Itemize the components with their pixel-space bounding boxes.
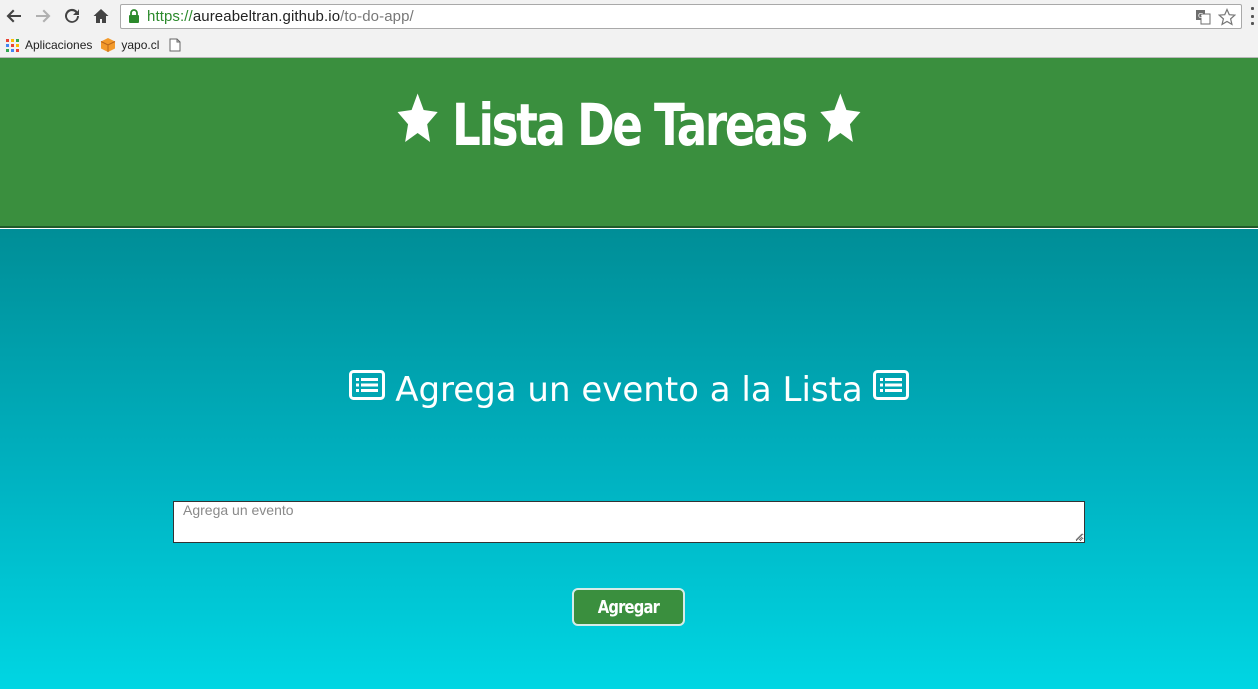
reload-icon[interactable]: [62, 6, 82, 26]
bookmark-label: yapo.cl: [121, 38, 160, 52]
bookmark-blank[interactable]: [163, 34, 192, 56]
forward-icon[interactable]: [33, 6, 53, 26]
star-icon: [817, 84, 864, 174]
list-alt-icon: [872, 364, 909, 414]
bookmark-apps[interactable]: Aplicaciones: [0, 34, 96, 56]
back-icon[interactable]: [4, 6, 24, 26]
blank-page-icon: [167, 37, 183, 53]
event-input[interactable]: [173, 501, 1085, 543]
page-title-row: Lista De Tareas: [138, 80, 1119, 174]
subtitle-row: Agrega un evento a la Lista: [0, 365, 1258, 417]
bookmark-star-icon[interactable]: [1217, 7, 1237, 27]
browser-menu-icon[interactable]: [1248, 7, 1256, 25]
add-button-label: Agregar: [597, 596, 660, 618]
browser-toolbar: https://aureabeltran.github.io/to-do-app…: [0, 0, 1258, 33]
apps-grid-icon: [4, 37, 20, 53]
translate-icon[interactable]: G: [1193, 7, 1213, 27]
star-icon: [394, 84, 441, 174]
page-title: Lista De Tareas: [451, 91, 808, 159]
page-header: Lista De Tareas: [0, 58, 1258, 228]
browser-chrome: https://aureabeltran.github.io/to-do-app…: [0, 0, 1258, 58]
bookmarks-bar: Aplicaciones yapo.cl: [0, 33, 1258, 57]
address-bar[interactable]: https://aureabeltran.github.io/to-do-app…: [120, 4, 1242, 29]
list-alt-icon: [349, 364, 386, 414]
home-icon[interactable]: [91, 6, 111, 26]
bookmark-label: Aplicaciones: [25, 38, 93, 52]
lock-icon: [127, 9, 141, 25]
svg-text:G: G: [1198, 12, 1203, 20]
add-button[interactable]: Agregar: [572, 588, 685, 626]
subtitle-text: Agrega un evento a la Lista: [395, 370, 863, 410]
bookmark-yapo[interactable]: yapo.cl: [96, 34, 163, 56]
main-section: Agrega un evento a la Lista Agregar: [0, 229, 1258, 689]
url-text: https://aureabeltran.github.io/to-do-app…: [147, 8, 414, 25]
yapo-box-icon: [100, 37, 116, 53]
